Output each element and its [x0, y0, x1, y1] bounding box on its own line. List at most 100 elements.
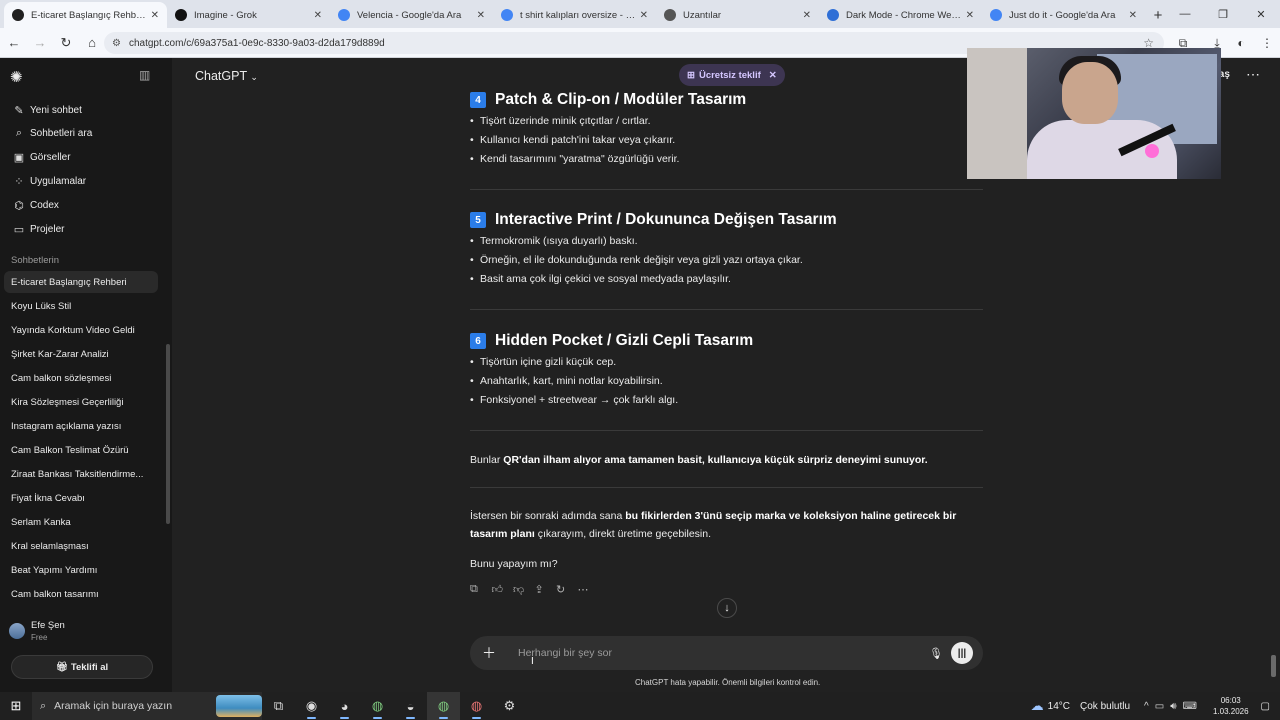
cloudy-weather-icon[interactable]: ☁	[1031, 698, 1044, 714]
chat-history-item[interactable]: Fiyat İkna Cevabı	[4, 487, 158, 509]
sidebar-nav-item[interactable]: ✎ Yeni sohbet	[4, 99, 158, 121]
upgrade-label: Teklifi al	[70, 661, 109, 673]
close-tab-icon[interactable]: ✕	[966, 10, 974, 21]
message-actions: ⧉ 👍︎ 👎︎ ⇪ ↻ ⋯	[470, 583, 599, 596]
browser-tab[interactable]: Dark Mode - Chrome Web Mağ ✕	[819, 2, 982, 28]
regenerate-icon[interactable]: ↻	[556, 583, 578, 596]
sidebar-nav-item[interactable]: ▭ Projeler	[4, 218, 158, 240]
temperature[interactable]: 14°C	[1048, 701, 1070, 712]
promo-label: Ücretsiz teklif	[698, 69, 761, 81]
browser-tab[interactable]: E-ticaret Başlangıç Rehberi ✕	[4, 2, 167, 28]
chatgpt-icon	[12, 9, 24, 21]
google-icon	[990, 9, 1002, 21]
volume-icon[interactable]: 🔊︎	[1170, 701, 1176, 712]
openai-logo-icon[interactable]: ✺	[10, 68, 23, 86]
close-tab-icon[interactable]: ✕	[640, 10, 648, 21]
chat-history-item[interactable]: Cam balkon sözleşmesi	[4, 367, 158, 389]
bullet-item: Basit ama çok ilgi çekici ve sosyal medy…	[470, 273, 731, 285]
profile-avatar[interactable]: ◐	[1230, 32, 1252, 54]
taskbar-search[interactable]: ⌕ Aramak için buraya yazın	[32, 692, 262, 720]
chrome-profile-app-icon[interactable]: ◍	[460, 692, 493, 720]
microphone-icon[interactable]: 🎙︎	[929, 647, 943, 660]
chat-history-item[interactable]: Serlam Kanka	[4, 511, 158, 533]
site-info-icon[interactable]: ⚙	[112, 38, 121, 49]
free-offer-badge[interactable]: ⊞ Ücretsiz teklif ✕	[679, 64, 785, 86]
browser-tab[interactable]: Uzantılar ✕	[656, 2, 819, 28]
sidebar-nav-item[interactable]: ▣ Görseller	[4, 147, 158, 169]
browser-tab[interactable]: Just do it - Google'da Ara ✕	[982, 2, 1145, 28]
home-icon[interactable]: ⌂	[80, 31, 104, 55]
chat-history-item[interactable]: Yayında Korktum Video Geldi	[4, 319, 158, 341]
maximize-icon[interactable]: ❐	[1204, 0, 1242, 28]
obs-app-icon[interactable]: ◉	[295, 692, 328, 720]
sidebar-nav-item[interactable]: ⌬ Codex	[4, 194, 158, 216]
browser-tab[interactable]: Imagine - Grok ✕	[167, 2, 330, 28]
close-window-icon[interactable]: ✕	[1242, 0, 1280, 28]
sidebar-nav-item[interactable]: ⌕ Sohbetleri ara	[4, 123, 158, 145]
windows-start-icon[interactable]: ⊞	[0, 692, 32, 720]
model-selector[interactable]: ChatGPT ⌄	[195, 69, 258, 83]
more-options-icon[interactable]: ⋯	[1246, 66, 1260, 83]
chat-history-item[interactable]: Koyu Lüks Stil	[4, 295, 158, 317]
edit-icon: ✎	[14, 104, 24, 117]
bullet-item: Tişörtün içine gizli küçük cep.	[470, 356, 616, 368]
chat-history-item[interactable]: Cam Balkon Teslimat Özürü	[4, 439, 158, 461]
chat-history-item[interactable]: E-ticaret Başlangıç Rehberi	[4, 271, 158, 293]
scroll-down-button[interactable]: ↓	[717, 598, 737, 618]
chat-history-item[interactable]: Şirket Kar-Zarar Analizi	[4, 343, 158, 365]
thumbs-down-icon[interactable]: 👎︎	[513, 583, 535, 596]
chat-history-item[interactable]: Instagram açıklama yazısı	[4, 415, 158, 437]
close-tab-icon[interactable]: ✕	[314, 10, 322, 21]
settings-gear-icon[interactable]: ⚙	[493, 692, 526, 720]
section-title: Interactive Print / Dokununca Değişen Ta…	[495, 211, 837, 228]
chrome-app-icon[interactable]: ◍	[361, 692, 394, 720]
chat-history-item[interactable]: Kira Sözleşmesi Geçerliliği	[4, 391, 158, 413]
plus-icon[interactable]: ＋	[482, 643, 502, 663]
voice-mode-button[interactable]: |||	[951, 642, 973, 664]
forward-icon[interactable]: →	[28, 31, 52, 55]
close-tab-icon[interactable]: ✕	[477, 10, 485, 21]
steam-app-icon[interactable]: ◒	[394, 692, 427, 720]
chrome-active-app-icon[interactable]: ◍	[427, 692, 460, 720]
more-icon[interactable]: ⋯	[578, 583, 600, 596]
notifications-icon[interactable]: ▢	[1261, 701, 1270, 712]
close-tab-icon[interactable]: ✕	[1129, 10, 1137, 21]
close-tab-icon[interactable]: ✕	[151, 10, 159, 21]
weather-condition[interactable]: Çok bulutlu	[1080, 701, 1130, 712]
tray-chevron-icon[interactable]: ^	[1144, 701, 1149, 712]
chat-history-item[interactable]: Ziraat Bankası Taksitlendirme...	[4, 463, 158, 485]
minimize-icon[interactable]: —	[1166, 0, 1204, 28]
user-profile[interactable]: Efe Şen Free	[9, 620, 65, 642]
sidebar-nav-item[interactable]: ⁘ Uygulamalar	[4, 170, 158, 192]
sidebar-scrollbar[interactable]	[166, 344, 170, 524]
sidebar-toggle-icon[interactable]: ▥	[139, 68, 150, 82]
upgrade-button[interactable]: 🎁︎ Teklifi al	[11, 655, 153, 679]
section-heading: 6 Hidden Pocket / Gizli Cepli Tasarım	[470, 332, 753, 350]
divider	[470, 309, 983, 310]
browser-tab-strip: E-ticaret Başlangıç Rehberi ✕ Imagine - Gr…	[0, 0, 1280, 28]
browser-tab[interactable]: Velencia - Google'da Ara ✕	[330, 2, 493, 28]
chat-history-item[interactable]: Cam balkon tasarımı	[4, 583, 158, 605]
chrome-menu-icon[interactable]: ⋮	[1256, 32, 1278, 54]
disclaimer-text: ChatGPT hata yapabilir. Önemli bilgileri…	[635, 678, 821, 687]
back-icon[interactable]: ←	[2, 31, 26, 55]
clock[interactable]: 06:03 1.03.2026	[1213, 695, 1249, 717]
codex-icon: ⌬	[14, 199, 24, 212]
language-icon[interactable]: ⌨	[1183, 701, 1197, 712]
network-icon[interactable]: ▭	[1155, 701, 1164, 712]
close-icon[interactable]: ✕	[769, 70, 777, 81]
chat-history-item[interactable]: Kral selamlaşması	[4, 535, 158, 557]
browser-tab[interactable]: t shirt kalıpları oversize - Goog ✕	[493, 2, 656, 28]
prompt-composer[interactable]: ＋ Herhangi bir şey sor 🎙︎ |||	[470, 636, 983, 670]
close-tab-icon[interactable]: ✕	[803, 10, 811, 21]
thumbs-up-icon[interactable]: 👍︎	[492, 583, 514, 596]
chats-section-label: Sohbetlerin	[11, 255, 60, 266]
search-highlight-image	[216, 695, 262, 717]
share-icon[interactable]: ⇪	[535, 583, 557, 596]
chat-history-item[interactable]: Beat Yapımı Yardımı	[4, 559, 158, 581]
task-view-icon[interactable]: ⧉	[262, 692, 295, 720]
reload-icon[interactable]: ↻	[54, 31, 78, 55]
copy-icon[interactable]: ⧉	[470, 583, 492, 596]
main-scrollbar[interactable]	[1271, 655, 1276, 677]
discord-app-icon[interactable]: ◕	[328, 692, 361, 720]
